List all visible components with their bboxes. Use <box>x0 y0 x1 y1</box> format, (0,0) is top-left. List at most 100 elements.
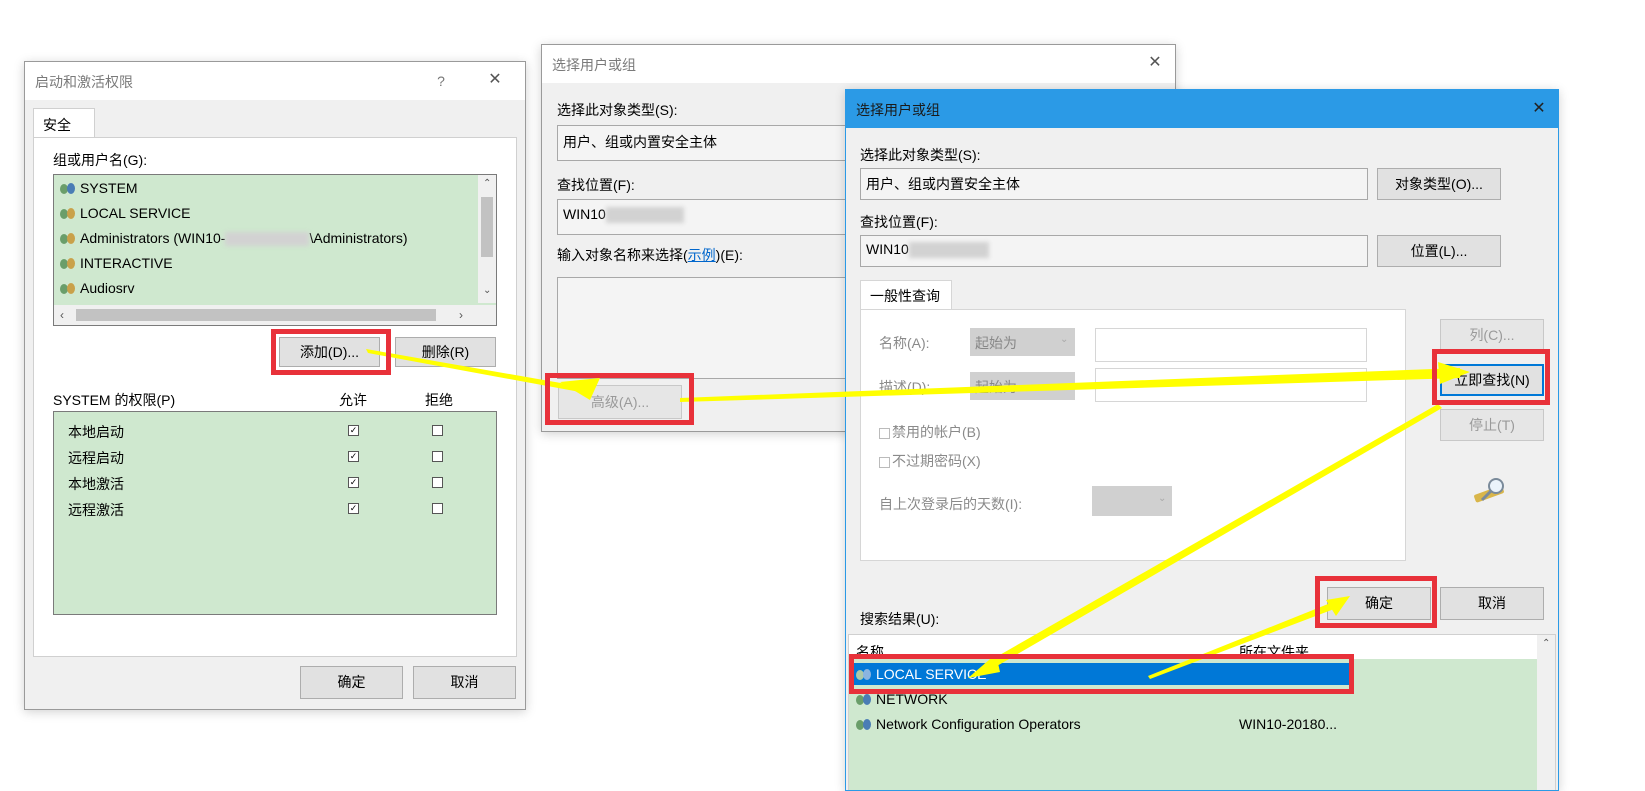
location-value: WIN10 <box>563 206 606 222</box>
no-expire-checkbox[interactable] <box>879 456 890 468</box>
scroll-left-icon[interactable]: ‹ <box>60 308 64 322</box>
object-types-button[interactable]: 对象类型(O)... <box>1377 168 1501 200</box>
user-group-icon <box>856 668 872 682</box>
results-scrollbar[interactable]: ⌃ <box>1537 635 1555 790</box>
location-value: WIN10 <box>866 241 909 257</box>
object-type-field: 用户、组或内置安全主体 <box>557 125 857 161</box>
dialog-titlebar: 选择用户或组 ✕ <box>846 90 1558 128</box>
result-folder: WIN10-20180... <box>1239 716 1338 732</box>
deny-checkbox[interactable] <box>432 425 443 436</box>
tab-label: 安全 <box>43 117 71 133</box>
users-list[interactable]: SYSTEM LOCAL SERVICE Administrators (WIN… <box>53 174 497 326</box>
name-input[interactable] <box>1095 328 1367 362</box>
permission-row: 远程激活 ✓ <box>68 498 488 520</box>
permission-row: 本地激活 ✓ <box>68 472 488 494</box>
days-since-login-label: 自上次登录后的天数(I): <box>879 496 1023 512</box>
deny-checkbox[interactable] <box>432 503 443 514</box>
search-results-list[interactable]: 名称 所在文件夹 LOCAL SERVICE NETWORK Network C… <box>848 634 1556 790</box>
scroll-thumb[interactable] <box>481 197 493 257</box>
disabled-accounts-option[interactable]: 禁用的帐户(B) <box>879 422 981 442</box>
list-item[interactable]: LOCAL SERVICE <box>60 201 191 225</box>
scroll-down-icon[interactable]: ⌄ <box>483 285 491 296</box>
permission-row: 本地启动 ✓ <box>68 420 488 442</box>
scroll-right-icon[interactable]: › <box>459 308 463 322</box>
user-group-icon <box>60 282 76 296</box>
permission-name: 本地激活 <box>68 476 124 492</box>
locations-button[interactable]: 位置(L)... <box>1377 235 1501 267</box>
scroll-up-icon[interactable]: ⌃ <box>1542 638 1550 649</box>
object-type-field: 用户、组或内置安全主体 <box>860 168 1368 200</box>
ok-button[interactable]: 确定 <box>300 666 403 699</box>
remove-button[interactable]: 删除(R) <box>395 337 496 367</box>
close-button[interactable]: ✕ <box>1529 99 1549 119</box>
help-button[interactable]: ? <box>431 71 451 91</box>
user-name: SYSTEM <box>80 180 138 196</box>
tab-security[interactable]: 安全 <box>33 108 95 139</box>
chevron-down-icon: ⌄ <box>1158 493 1167 504</box>
list-item[interactable]: Administrators (WIN10- \Administrators) <box>60 226 408 250</box>
description-input[interactable] <box>1095 368 1367 402</box>
horizontal-scrollbar[interactable]: ‹ › <box>54 305 496 325</box>
user-group-icon <box>60 232 76 246</box>
examples-link[interactable]: 示例 <box>688 247 716 263</box>
location-label: 查找位置(F): <box>860 214 938 230</box>
description-condition-select[interactable]: 起始为 <box>970 372 1075 400</box>
advanced-button[interactable]: 高级(A)... <box>558 385 682 419</box>
user-group-icon <box>60 207 76 221</box>
dialog-title: 选择用户或组 <box>552 57 636 73</box>
allow-column-header: 允许 <box>339 392 367 408</box>
list-item[interactable]: INTERACTIVE <box>60 251 173 275</box>
no-expire-option[interactable]: 不过期密码(X) <box>879 451 981 471</box>
result-row[interactable]: NETWORK <box>854 688 1534 710</box>
user-name: Administrators (WIN10- <box>80 230 226 246</box>
days-select[interactable]: ⌄ <box>1092 486 1172 516</box>
cancel-button[interactable]: 取消 <box>413 666 516 699</box>
permission-name: 远程激活 <box>68 502 124 518</box>
tab-common-queries[interactable]: 一般性查询 <box>860 280 952 311</box>
name-condition-select[interactable]: 起始为 ⌄ <box>970 328 1075 356</box>
disabled-accounts-checkbox[interactable] <box>879 427 890 439</box>
vertical-scrollbar[interactable]: ⌃ ⌄ <box>478 175 496 303</box>
launch-activation-dialog: 启动和激活权限 ? ✕ 安全 组或用户名(G): SYSTEM LOCAL SE… <box>24 61 526 710</box>
user-name: LOCAL SERVICE <box>80 205 191 221</box>
close-button[interactable]: ✕ <box>1145 53 1165 73</box>
ok-button[interactable]: 确定 <box>1327 587 1431 620</box>
deny-column-header: 拒绝 <box>425 392 453 408</box>
location-field: WIN10 <box>557 199 857 235</box>
admin-suffix: \Administrators) <box>309 230 408 246</box>
deny-checkbox[interactable] <box>432 477 443 488</box>
add-button[interactable]: 添加(D)... <box>279 337 380 367</box>
user-name: INTERACTIVE <box>80 255 173 271</box>
allow-checkbox[interactable]: ✓ <box>348 503 359 514</box>
chevron-down-icon: ⌄ <box>1060 334 1069 345</box>
result-row-selected[interactable]: LOCAL SERVICE <box>854 663 1349 685</box>
description-label: 描述(D): <box>879 379 931 395</box>
user-name: Audiosrv <box>80 280 135 296</box>
find-now-button[interactable]: 立即查找(N) <box>1440 364 1544 396</box>
checkbox-label: 不过期密码(X) <box>892 453 981 469</box>
select-value: 起始为 <box>975 379 1017 395</box>
columns-button[interactable]: 列(C)... <box>1440 319 1544 351</box>
redacted-text <box>225 232 310 247</box>
deny-checkbox[interactable] <box>432 451 443 462</box>
result-name: NETWORK <box>876 691 948 707</box>
permission-row: 远程启动 ✓ <box>68 446 488 468</box>
stop-button[interactable]: 停止(T) <box>1440 409 1544 441</box>
permissions-label: SYSTEM 的权限(P) <box>53 392 176 408</box>
scroll-up-icon[interactable]: ⌃ <box>483 178 491 189</box>
user-group-icon <box>856 693 872 707</box>
close-button[interactable]: ✕ <box>485 70 505 90</box>
user-group-icon <box>60 257 76 271</box>
list-item[interactable]: SYSTEM <box>60 176 138 200</box>
list-item[interactable]: Audiosrv <box>60 276 134 300</box>
scroll-thumb[interactable] <box>76 309 436 321</box>
cancel-button[interactable]: 取消 <box>1440 587 1544 620</box>
results-header: 名称 所在文件夹 <box>849 635 1537 660</box>
permission-name: 本地启动 <box>68 424 124 440</box>
allow-checkbox[interactable]: ✓ <box>348 477 359 488</box>
allow-checkbox[interactable]: ✓ <box>348 425 359 436</box>
result-row[interactable]: Network Configuration Operators WIN10-20… <box>854 713 1534 735</box>
allow-checkbox[interactable]: ✓ <box>348 451 359 462</box>
dialog-title: 选择用户或组 <box>856 102 940 118</box>
object-names-textarea[interactable] <box>557 277 859 379</box>
